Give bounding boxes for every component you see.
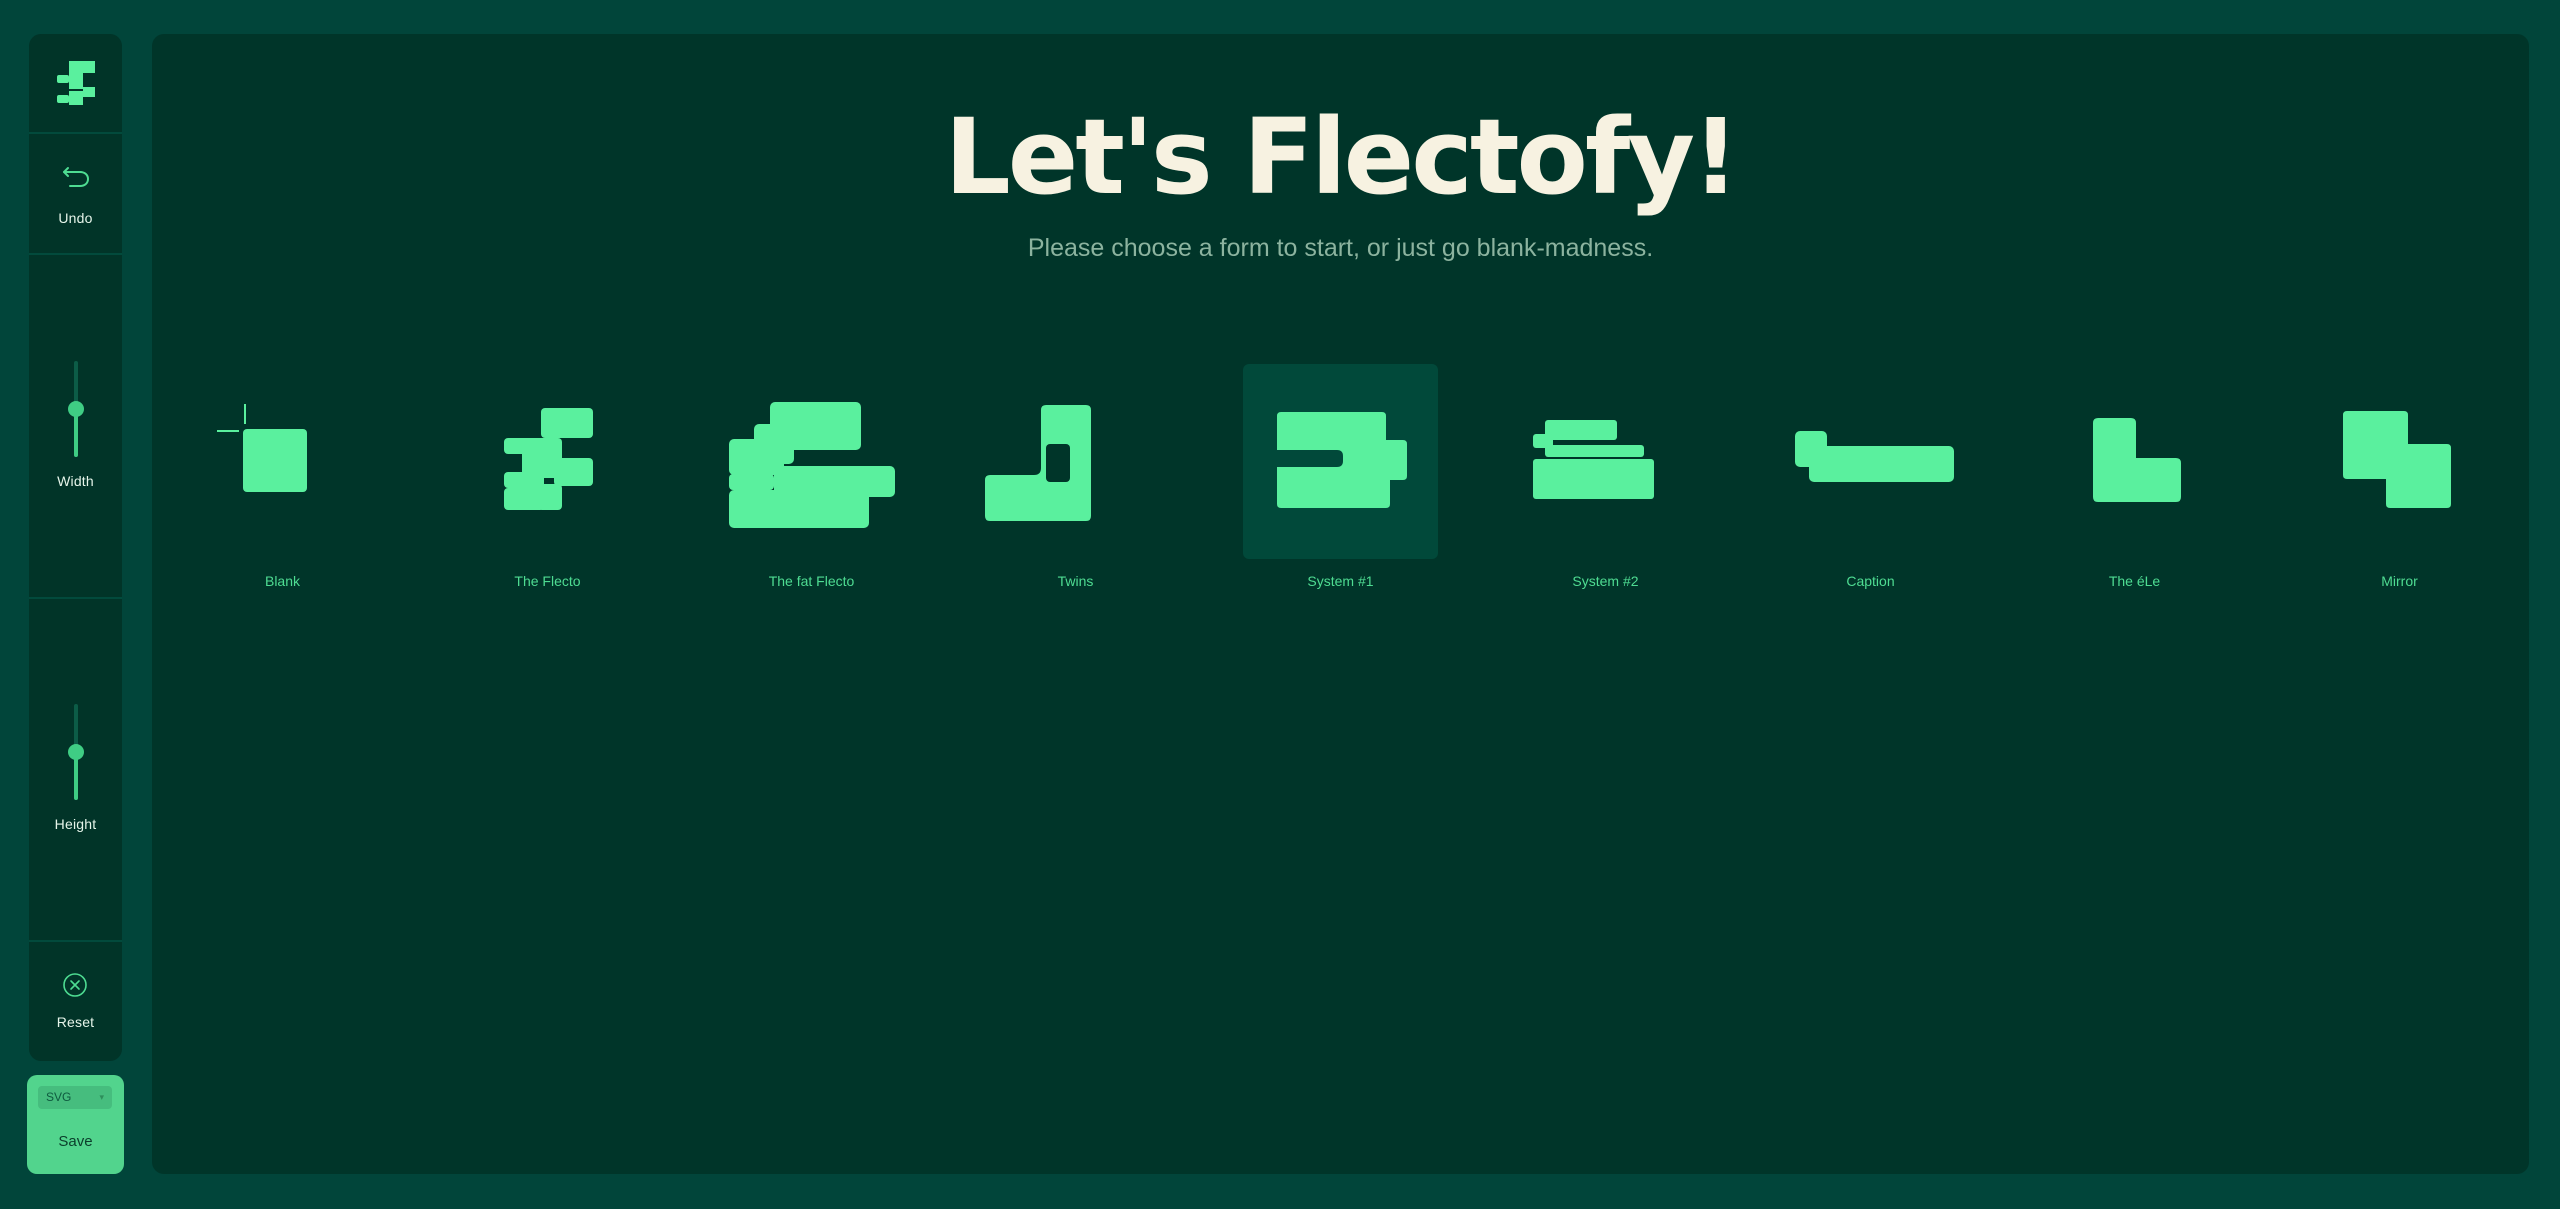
form-card-system-1[interactable]: System #1 xyxy=(1243,364,1438,629)
form-label: The fat Flecto xyxy=(768,573,855,589)
format-select[interactable]: SVG ▾ xyxy=(38,1086,112,1109)
the-flecto-form-icon xyxy=(504,408,593,510)
undo-label[interactable]: Undo xyxy=(29,210,122,226)
form-label: Mirror xyxy=(2381,573,2418,589)
form-label: Twins xyxy=(1057,573,1094,589)
slider-handle[interactable] xyxy=(68,744,84,760)
divider xyxy=(29,940,122,942)
mirror-form-icon xyxy=(2343,411,2451,508)
chevron-down-icon: ▾ xyxy=(99,1092,104,1102)
form-picker: Blank The Flecto The fat Flecto Twins Sy… xyxy=(152,364,2529,624)
the-ele-form-icon xyxy=(2093,418,2181,502)
slider-handle[interactable] xyxy=(68,401,84,417)
height-label: Height xyxy=(54,816,97,832)
reset-icon[interactable] xyxy=(61,971,89,999)
form-label: The éLe xyxy=(2108,573,2161,589)
form-card-system-2[interactable]: System #2 xyxy=(1508,364,1703,629)
form-card-caption[interactable]: Caption xyxy=(1773,364,1968,629)
reset-label[interactable]: Reset xyxy=(29,1014,122,1030)
form-label: The Flecto xyxy=(514,573,581,589)
form-card-the-flecto[interactable]: The Flecto xyxy=(450,364,645,629)
format-select-value: SVG xyxy=(46,1090,72,1104)
form-card-mirror[interactable]: Mirror xyxy=(2302,364,2497,629)
app-window: Undo Width Height Reset SVG ▾ Save Let's… xyxy=(0,0,2560,1209)
form-label: System #2 xyxy=(1572,573,1639,589)
divider xyxy=(29,132,122,134)
caption-form-icon xyxy=(1795,431,1954,482)
page-title: Let's Flectofy! xyxy=(944,96,1740,218)
undo-icon[interactable] xyxy=(62,164,90,188)
form-label: Blank xyxy=(264,573,301,589)
divider xyxy=(29,597,122,599)
flectofy-logo-icon[interactable] xyxy=(57,61,95,105)
twins-form-icon xyxy=(985,405,1091,521)
form-card-the-fat-flecto[interactable]: The fat Flecto xyxy=(714,364,909,629)
system-2-form-icon xyxy=(1533,420,1654,499)
main-panel: Let's Flectofy! Please choose a form to … xyxy=(152,34,2529,1174)
the-fat-flecto-form-icon xyxy=(729,402,895,528)
save-button[interactable]: Save xyxy=(27,1133,124,1150)
divider xyxy=(29,253,122,255)
form-label: Caption xyxy=(1846,573,1895,589)
form-card-the-ele[interactable]: The éLe xyxy=(2037,364,2232,629)
form-card-blank[interactable]: Blank xyxy=(185,364,380,629)
system-1-form-icon xyxy=(1277,412,1407,508)
sidebar: Undo Width Height Reset xyxy=(29,34,122,1061)
form-card-twins[interactable]: Twins xyxy=(978,364,1173,629)
blank-form-icon xyxy=(217,404,307,492)
width-label: Width xyxy=(57,473,94,489)
save-panel: SVG ▾ Save xyxy=(27,1075,124,1174)
form-label: System #1 xyxy=(1307,573,1374,589)
page-subtitle: Please choose a form to start, or just g… xyxy=(1027,234,1654,262)
